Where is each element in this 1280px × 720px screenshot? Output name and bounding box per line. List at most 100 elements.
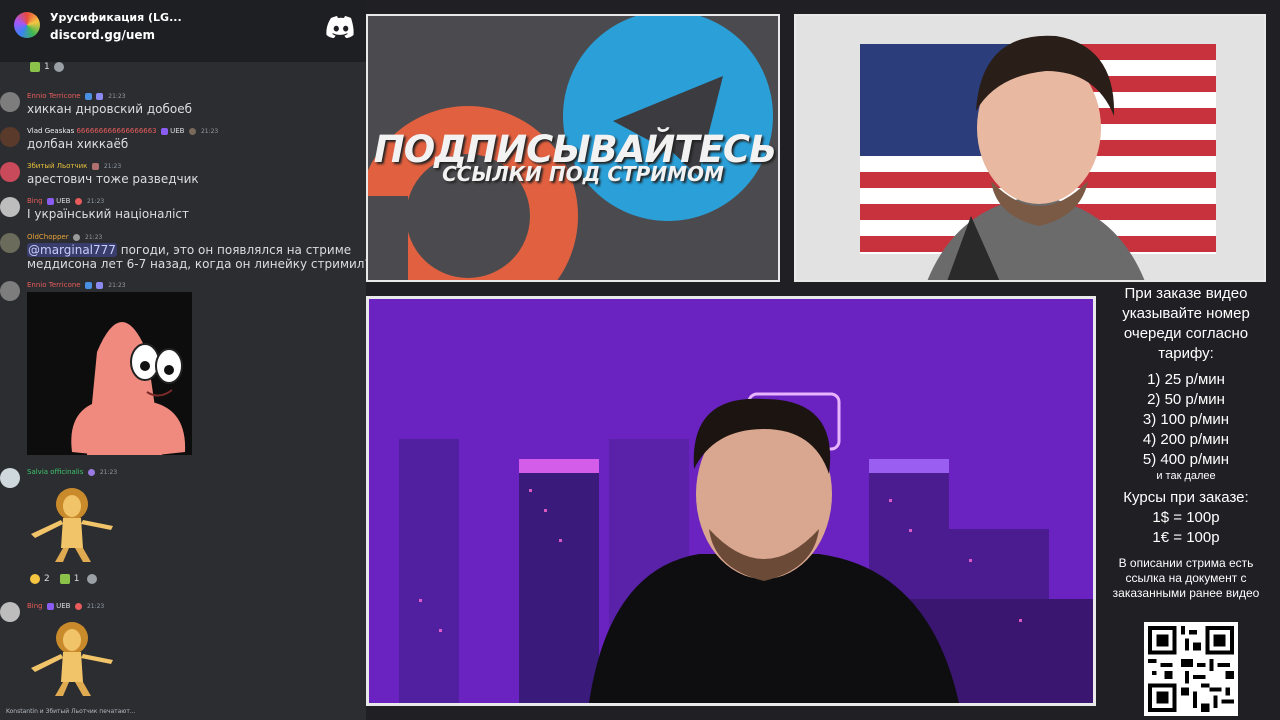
qr-code[interactable] (1144, 622, 1238, 716)
timestamp: 21:23 (108, 282, 126, 289)
tariff-item: 5) 400 р/мин (1142, 451, 1230, 468)
lightning-badge-icon (46, 602, 54, 610)
message-header: OldChopper 21:23 (27, 233, 102, 241)
timestamp: 21:23 (103, 163, 122, 170)
message-text-line2: меддисона лет 6-7 назад, когда он линейк… (27, 257, 366, 271)
reaction-count: 2 (44, 574, 50, 584)
role-badge: UEB (56, 197, 71, 205)
badge-icon (87, 468, 95, 476)
badge-icon (91, 162, 99, 170)
lion-sticker-illustration (31, 488, 113, 562)
avatar (0, 92, 20, 112)
tariff-item: 2) 50 р/мин (1147, 391, 1225, 408)
subscribe-banner: ПОДПИСЫВАЙТЕСЬ ССЫЛКИ ПОД СТРИМОМ (366, 14, 780, 282)
rate-item: 1$ = 100р (1152, 509, 1220, 526)
badge-icon (84, 92, 92, 100)
username[interactable]: Збитый Льотчик (27, 162, 87, 170)
timestamp: 21:23 (200, 128, 219, 135)
qr-code-pattern (1144, 622, 1238, 716)
avatar (0, 162, 20, 182)
reaction-bar: 2 1 (30, 574, 98, 584)
and-so-on: и так далее (1156, 470, 1216, 482)
role-badge: UEB (56, 602, 71, 610)
timestamp: 21:23 (85, 234, 103, 241)
discord-chat-panel: Урусификация (LG... discord.gg/uem 1 Enn… (0, 0, 366, 720)
rate-item: 1€ = 100р (1152, 529, 1220, 546)
avatar (0, 233, 20, 253)
badge-icon (74, 197, 82, 205)
lion-sticker (27, 486, 117, 564)
guest-webcam-scene (796, 16, 1264, 280)
message-text: арестович тоже разведчик (27, 172, 199, 186)
reaction-bar: 1 (30, 62, 64, 72)
order-info-panel: При заказе видео указывайте номер очеред… (1100, 284, 1272, 601)
tariff-item: 1) 25 р/мин (1147, 371, 1225, 388)
stream-layout: Урусификация (LG... discord.gg/uem 1 Enn… (0, 0, 1280, 720)
message-text: І український націоналіст (27, 207, 190, 221)
patrick-star-illustration (71, 322, 186, 455)
tariff-item: 3) 100 р/мин (1142, 411, 1230, 428)
avatar (0, 281, 20, 301)
streamer-webcam (366, 296, 1096, 706)
message-header: Ennio Terricone 21:23 (27, 92, 126, 100)
banner-subtitle: ССЫЛКИ ПОД СТРИМОМ (442, 162, 724, 186)
description-note: В описании стрима есть ссылка на докумен… (1112, 556, 1260, 600)
add-reaction-icon[interactable] (53, 62, 64, 72)
typing-indicator: Konstantin и Збитый Льотчик печатают... (6, 708, 136, 715)
order-note: При заказе видео указывайте номер очеред… (1122, 285, 1250, 362)
username[interactable]: Salvia officinalis (27, 468, 83, 476)
timestamp: 21:23 (108, 93, 126, 100)
server-name: Урусификация (LG... (50, 11, 182, 24)
lion-sticker (27, 620, 117, 698)
badge-icon (96, 281, 104, 289)
timestamp: 21:23 (99, 469, 118, 476)
message-text: хиккан днровский добоеб (27, 102, 193, 116)
reaction-count: 1 (44, 62, 50, 72)
message-text-part: погоди, это он появлялся на стриме (116, 243, 352, 257)
reaction-count: 1 (73, 574, 80, 584)
timestamp: 21:23 (86, 198, 105, 205)
message-header: Bing UEB 21:23 (27, 197, 104, 205)
avatar (0, 468, 20, 488)
role-badge: UEB (170, 127, 185, 135)
avatar (0, 602, 20, 622)
patrick-gif-image[interactable] (27, 292, 192, 455)
username[interactable]: Bing (27, 197, 43, 205)
laughing-emoji-icon[interactable] (30, 574, 40, 584)
tariff-item: 4) 200 р/мин (1142, 431, 1230, 448)
lightning-badge-icon (160, 127, 168, 135)
message-text: долбан хиккаёб (27, 137, 129, 151)
message-text: @marginal777 погоди, это он появлялся на… (27, 243, 351, 257)
username[interactable]: Ennio Terricone (27, 92, 81, 100)
username-suffix: 666666666666666663 (76, 127, 157, 135)
server-invite-link[interactable]: discord.gg/uem (50, 28, 155, 42)
username[interactable]: Ennio Terricone (27, 281, 81, 289)
message-header: Збитый Льотчик 21:23 (27, 162, 121, 170)
flag-emoji-icon[interactable] (59, 574, 70, 584)
badge-icon (96, 92, 104, 100)
badge-icon (74, 602, 82, 610)
add-reaction-icon[interactable] (87, 574, 98, 584)
rates-title: Курсы при заказе: (1123, 489, 1249, 506)
badge-icon (72, 233, 80, 241)
discord-server-header[interactable]: Урусификация (LG... discord.gg/uem (0, 0, 366, 62)
avatar (0, 127, 20, 147)
message-header: Bing UEB 21:23 (27, 602, 104, 610)
streamer-webcam-scene (369, 299, 1093, 703)
badge-icon (84, 281, 92, 289)
guest-webcam (794, 14, 1266, 282)
user-mention[interactable]: @marginal777 (27, 243, 117, 257)
username[interactable]: OldChopper (27, 233, 69, 241)
message-header: Ennio Terricone 21:23 (27, 281, 126, 289)
avatar (0, 197, 20, 217)
emoji-badge-icon (188, 127, 196, 135)
message-header: Salvia officinalis 21:23 (27, 468, 117, 476)
message-header: Vlad Geaskas 666666666666666663 UEB 21:2… (27, 127, 218, 135)
discord-logo-icon (326, 16, 354, 38)
username[interactable]: Bing (27, 602, 43, 610)
server-icon (14, 12, 40, 38)
lightning-badge-icon (46, 197, 54, 205)
flag-emoji-icon[interactable] (30, 62, 40, 72)
username[interactable]: Vlad Geaskas (27, 127, 74, 135)
timestamp: 21:23 (86, 603, 105, 610)
